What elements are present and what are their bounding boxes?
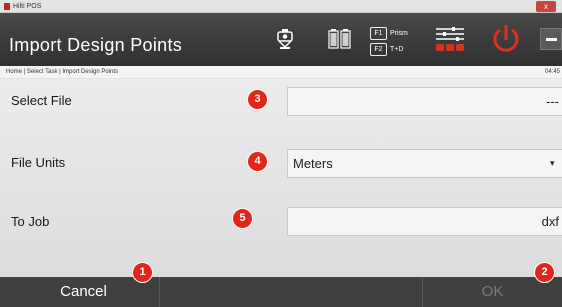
function-keys-panel[interactable]: F1 Prism F2 T+D: [370, 21, 418, 57]
instrument-tripod-icon[interactable]: [274, 21, 296, 57]
file-units-value: Meters: [293, 156, 333, 171]
bottom-action-bar: Cancel OK: [0, 277, 562, 307]
select-file-row: Select File 3 ---: [0, 87, 562, 127]
window-titlebar: Hilti POS x: [0, 0, 562, 13]
to-job-field[interactable]: dxf: [287, 207, 562, 236]
select-file-label: Select File: [11, 93, 72, 108]
f2-key-icon: F2: [370, 43, 387, 56]
power-icon[interactable]: [491, 21, 521, 57]
to-job-label: To Job: [11, 214, 50, 229]
callout-badge-4: 4: [248, 152, 267, 171]
clock-time: 04:45: [544, 69, 560, 75]
callout-badge-3: 3: [248, 90, 267, 109]
page-title: Import Design Points: [9, 35, 183, 55]
app-logo-icon: [4, 3, 10, 10]
window-close-button[interactable]: x: [536, 1, 556, 12]
f1-key-icon: F1: [370, 27, 387, 40]
cancel-button[interactable]: Cancel: [8, 277, 160, 307]
file-units-dropdown[interactable]: Meters ▾: [287, 149, 562, 178]
breadcrumb: Home | Select Task | Import Design Point…: [6, 69, 119, 75]
form-area: Select File 3 --- File Units 4 Meters ▾ …: [0, 79, 562, 277]
minimize-icon: [546, 38, 557, 41]
minimize-button[interactable]: [540, 28, 562, 50]
chevron-down-icon: ▾: [550, 158, 555, 168]
to-job-row: To Job 5 dxf: [0, 206, 562, 246]
header-bar: Import Design Points F1 Prism F2 T+D: [0, 13, 562, 66]
file-units-row: File Units 4 Meters ▾: [0, 149, 562, 189]
file-units-label: File Units: [11, 155, 66, 170]
callout-badge-1: 1: [133, 263, 152, 282]
f2-key-label: T+D: [390, 46, 404, 53]
f1-key-label: Prism: [390, 30, 408, 37]
settings-sliders-icon[interactable]: [434, 21, 466, 57]
select-file-field[interactable]: ---: [287, 87, 562, 116]
breadcrumb-bar: Home | Select Task | Import Design Point…: [0, 66, 562, 79]
callout-badge-2: 2: [535, 263, 554, 282]
callout-badge-5: 5: [233, 209, 252, 228]
app-name: Hilti POS: [13, 3, 42, 10]
battery-icon[interactable]: [327, 21, 353, 57]
